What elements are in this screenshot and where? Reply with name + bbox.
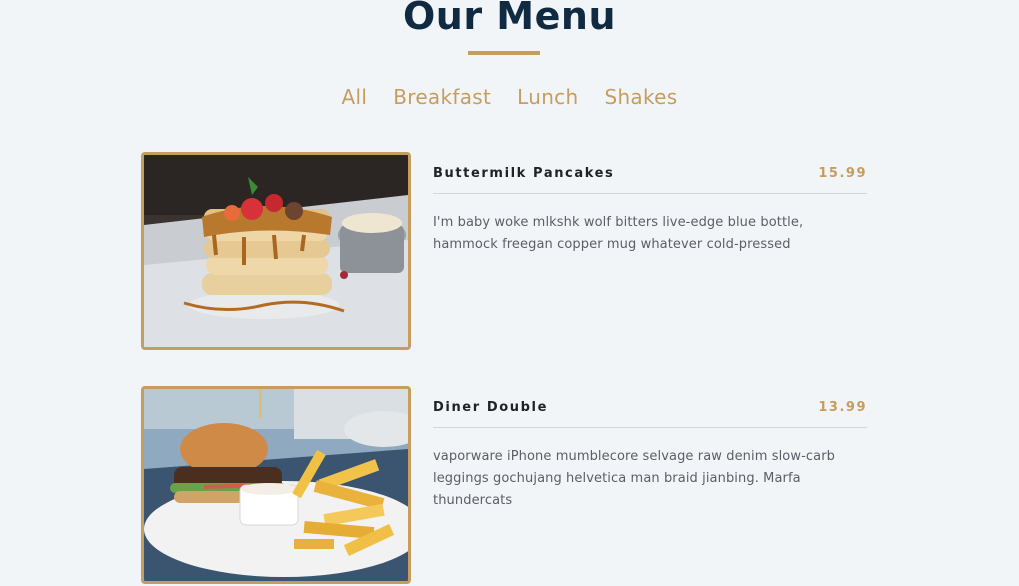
filter-lunch-button[interactable]: Lunch	[504, 85, 591, 109]
filter-bar: All Breakfast Lunch Shakes	[0, 85, 1019, 109]
menu-page: Our Menu All Breakfast Lunch Shakes Butt…	[0, 0, 1019, 586]
menu-item-description: vaporware iPhone mumblecore selvage raw …	[433, 449, 835, 508]
pancakes-image	[144, 155, 408, 347]
menu-item-info: Diner Double 13.99 vaporware iPhone mumb…	[433, 400, 867, 512]
menu-item-header: Buttermilk Pancakes 15.99	[433, 166, 867, 194]
menu-item-info: Buttermilk Pancakes 15.99 I'm baby woke …	[433, 166, 867, 256]
menu-item-price: 13.99	[818, 400, 867, 415]
menu-item-name: Diner Double	[433, 400, 549, 415]
menu-item-photo-pancakes	[141, 152, 411, 350]
menu-item: Diner Double 13.99 vaporware iPhone mumb…	[141, 386, 867, 586]
menu-item-name: Buttermilk Pancakes	[433, 166, 615, 181]
title-underline	[468, 51, 540, 55]
page-title: Our Menu	[402, 0, 617, 38]
filter-shakes-button[interactable]: Shakes	[591, 85, 690, 109]
filter-all-button[interactable]: All	[329, 85, 381, 109]
menu-item-description: I'm baby woke mlkshk wolf bitters live-e…	[433, 215, 804, 252]
menu-item: Buttermilk Pancakes 15.99 I'm baby woke …	[141, 152, 867, 352]
burger-image	[144, 389, 408, 581]
filter-breakfast-button[interactable]: Breakfast	[380, 85, 504, 109]
menu-item-header: Diner Double 13.99	[433, 400, 867, 428]
menu-item-price: 15.99	[818, 166, 867, 181]
menu-item-photo-burger	[141, 386, 411, 584]
